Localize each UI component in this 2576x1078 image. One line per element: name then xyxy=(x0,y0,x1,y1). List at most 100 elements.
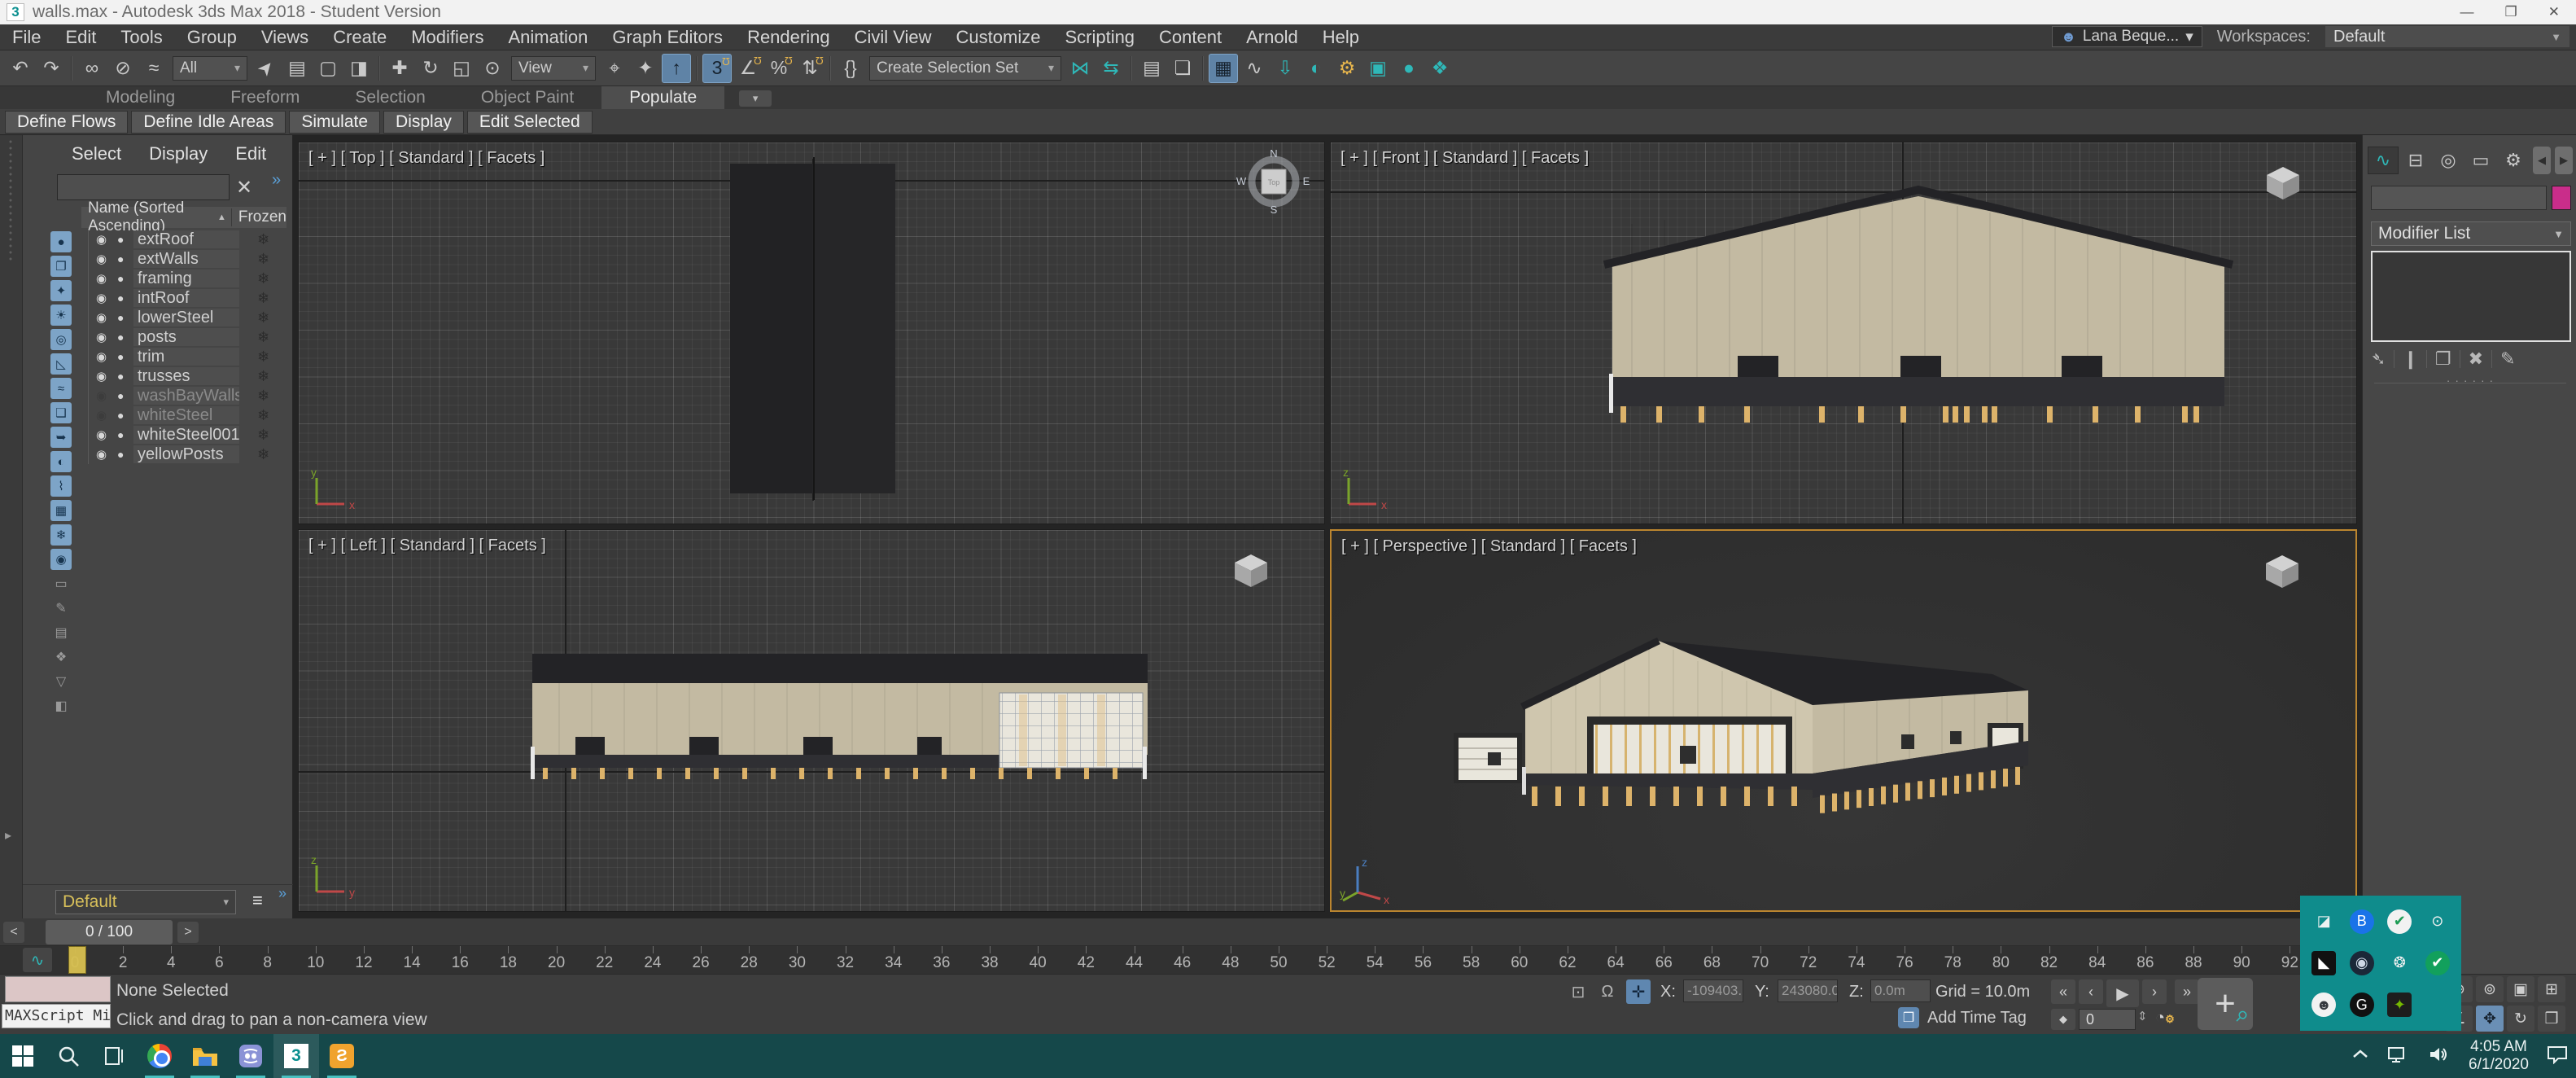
viewcube-icon[interactable] xyxy=(2261,552,2303,591)
toggle-layer-explorer-button[interactable]: ❏ xyxy=(1168,54,1197,83)
frozen-icon[interactable]: ❄ xyxy=(257,388,269,405)
filter-groups-icon[interactable]: ❑ xyxy=(50,402,72,423)
layer-name[interactable]: extWalls xyxy=(133,250,239,268)
frozen-icon[interactable]: ❄ xyxy=(257,251,269,268)
mirror-button[interactable]: ⋈ xyxy=(1065,54,1095,83)
y-coordinate-field[interactable]: 243080.031 xyxy=(1778,979,1838,1002)
named-selection-sets-dropdown[interactable]: Create Selection Set▾ xyxy=(869,56,1061,81)
menu-create[interactable]: Create xyxy=(321,27,399,48)
layer-row-extRoof[interactable]: ◉●extRoof❄ xyxy=(81,230,286,249)
set-keys-button[interactable]: + ⚲ xyxy=(2198,978,2253,1030)
column-frozen[interactable]: Frozen xyxy=(231,208,286,226)
visibility-eye-icon[interactable]: ◉ xyxy=(96,271,107,286)
select-by-name-button[interactable]: ▤ xyxy=(282,54,312,83)
render-dot-icon[interactable]: ● xyxy=(117,311,124,324)
filter-xrefs-icon[interactable]: ➥ xyxy=(50,427,72,448)
network-icon[interactable] xyxy=(2387,1045,2410,1068)
key-mode-toggle[interactable]: ◆ xyxy=(2051,1009,2075,1030)
zoom-extents-button[interactable]: ▣ xyxy=(2507,976,2534,1002)
reference-coordinate-dropdown[interactable]: View▾ xyxy=(511,56,596,81)
minimize-button[interactable]: — xyxy=(2460,4,2474,20)
render-dot-icon[interactable]: ● xyxy=(117,409,124,422)
object-name-field[interactable] xyxy=(2371,186,2547,210)
viewport-label[interactable]: [ + ] [ Perspective ] [ Standard ] [ Fac… xyxy=(1341,537,1637,556)
render-production-button[interactable]: ● xyxy=(1394,54,1424,83)
filter-bones-icon[interactable]: ⌇ xyxy=(50,475,72,497)
render-dot-icon[interactable]: ● xyxy=(117,272,124,285)
viewport-label[interactable]: [ + ] [ Front ] [ Standard ] [ Facets ] xyxy=(1340,149,1589,168)
menu-modifiers[interactable]: Modifiers xyxy=(399,27,496,48)
taskbar-clock[interactable]: 4:05 AM 6/1/2020 xyxy=(2469,1038,2529,1074)
render-dot-icon[interactable]: ● xyxy=(117,370,124,383)
render-dot-icon[interactable]: ● xyxy=(117,291,124,305)
remove-modifier-icon[interactable]: ✖ xyxy=(2469,348,2483,370)
show-end-result-icon[interactable]: ❙ xyxy=(2403,348,2417,370)
render-dot-icon[interactable]: ● xyxy=(117,428,124,441)
action-center-icon[interactable] xyxy=(2547,1045,2568,1068)
visibility-eye-icon[interactable]: ◉ xyxy=(96,310,107,325)
spinner-snap-toggle[interactable]: ⇅Ω xyxy=(795,54,824,83)
file-explorer-taskbar-icon[interactable] xyxy=(182,1034,228,1078)
close-button[interactable]: ✕ xyxy=(2548,4,2560,20)
nvidia-tray-icon[interactable]: ✦ xyxy=(2387,993,2412,1017)
align-button[interactable]: ⇆ xyxy=(1096,54,1126,83)
undo-button[interactable]: ↶ xyxy=(6,54,35,83)
viewport-top[interactable]: [ + ] [ Top ] [ Standard ] [ Facets ] To… xyxy=(298,142,1325,524)
explorer-column-header[interactable]: Name (Sorted Ascending) ▲ Frozen xyxy=(81,207,286,228)
layer-row-lowerSteel[interactable]: ◉●lowerSteel❄ xyxy=(81,308,286,327)
visibility-eye-icon[interactable]: ◉ xyxy=(96,369,107,383)
redo-button[interactable]: ↷ xyxy=(37,54,66,83)
previous-frame-button[interactable]: ‹ xyxy=(2079,979,2103,1004)
z-coordinate-field[interactable]: 0.0m xyxy=(1870,979,1931,1002)
layer-row-intRoof[interactable]: ◉●intRoof❄ xyxy=(81,288,286,308)
tool-star-icon[interactable]: ❖ xyxy=(50,646,72,668)
orange-app-taskbar-icon[interactable]: Ƨ xyxy=(319,1034,365,1078)
viewcube-icon[interactable] xyxy=(1230,551,1272,590)
isolate-selection-toggle[interactable]: ⊡ xyxy=(1566,979,1590,1004)
layer-name[interactable]: trusses xyxy=(133,367,239,385)
steelseries-tray-icon[interactable]: ❂ xyxy=(2387,951,2412,975)
task-view-button[interactable] xyxy=(91,1034,137,1078)
search-input[interactable] xyxy=(58,175,229,199)
render-setup-button[interactable]: ⚙ xyxy=(1332,54,1362,83)
select-and-link-button[interactable]: ∞ xyxy=(77,54,107,83)
panel-scroll-right-button[interactable]: ▶ xyxy=(2555,147,2573,174)
chevron-right-icon[interactable]: » xyxy=(272,171,281,190)
menu-tools[interactable]: Tools xyxy=(108,27,174,48)
logitech-tray-icon[interactable]: G xyxy=(2350,993,2374,1017)
taskbar-search-button[interactable] xyxy=(46,1034,91,1078)
layer-name[interactable]: yellowPosts xyxy=(133,445,239,463)
glasswire-tray-icon[interactable]: ◪ xyxy=(2311,909,2336,934)
viewport-label[interactable]: [ + ] [ Top ] [ Standard ] [ Facets ] xyxy=(308,149,545,168)
filter-frozen-icon[interactable]: ❄ xyxy=(50,524,72,546)
layer-row-whiteSteel001[interactable]: ◉●whiteSteel001❄ xyxy=(81,425,286,445)
visibility-eye-icon[interactable]: ◉ xyxy=(96,447,107,462)
add-time-tag[interactable]: ❒ Add Time Tag xyxy=(1898,1007,2027,1028)
tab-hierarchy[interactable]: ⊟ xyxy=(2400,147,2431,174)
tray-chevron-icon[interactable] xyxy=(2351,1048,2369,1065)
select-and-scale-button[interactable]: ◱ xyxy=(447,54,476,83)
layer-name[interactable]: whiteSteel xyxy=(133,406,239,424)
tab-modify[interactable]: ∿ xyxy=(2368,147,2399,174)
render-dot-icon[interactable]: ● xyxy=(117,448,124,461)
filter-all-icon[interactable]: ● xyxy=(50,231,72,252)
layers-icon[interactable]: ≡ xyxy=(252,890,263,911)
toggle-scene-explorer-button[interactable]: ▤ xyxy=(1137,54,1166,83)
layer-row-trusses[interactable]: ◉●trusses❄ xyxy=(81,366,286,386)
angle-snap-toggle[interactable]: ∠Ω xyxy=(733,54,763,83)
frozen-icon[interactable]: ❄ xyxy=(257,309,269,326)
ribbon-tab-modeling[interactable]: Modeling xyxy=(78,86,203,109)
select-and-rotate-button[interactable]: ↻ xyxy=(416,54,445,83)
explorer-preset-dropdown[interactable]: Default ▾ xyxy=(55,890,236,914)
render-dot-icon[interactable]: ● xyxy=(117,350,124,363)
discord-tray-icon[interactable]: ☻ xyxy=(2311,993,2336,1017)
use-pivot-center-button[interactable]: ⌖ xyxy=(600,54,629,83)
menu-scripting[interactable]: Scripting xyxy=(1052,27,1147,48)
ribbon-button-define-idle-areas[interactable]: Define Idle Areas xyxy=(131,111,286,134)
go-to-end-button[interactable]: » xyxy=(2175,979,2199,1004)
frozen-icon[interactable]: ❄ xyxy=(257,348,269,366)
ribbon-button-display[interactable]: Display xyxy=(383,111,464,134)
ribbon-button-simulate[interactable]: Simulate xyxy=(289,111,380,134)
menu-group[interactable]: Group xyxy=(175,27,249,48)
schematic-view-button[interactable]: ⇩ xyxy=(1271,54,1300,83)
